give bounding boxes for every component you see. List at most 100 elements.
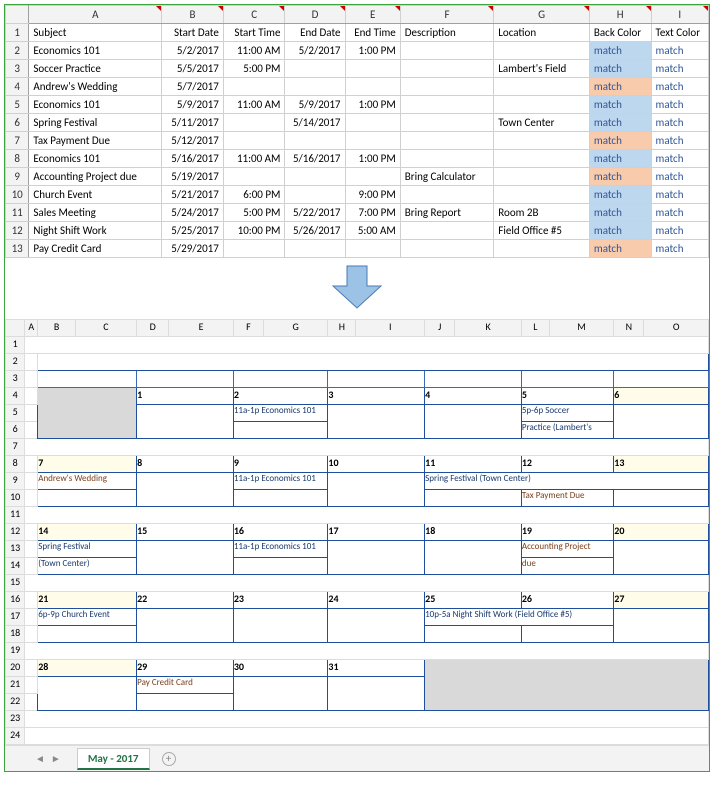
cell[interactable]: match	[651, 186, 708, 204]
cell[interactable]: 5:00 PM	[223, 204, 285, 222]
cell[interactable]: 5/25/2017	[162, 222, 224, 240]
col-D[interactable]: D	[137, 320, 169, 337]
day-29[interactable]: 29	[137, 660, 234, 677]
cell[interactable]	[25, 371, 38, 388]
row-2[interactable]: 2	[6, 42, 29, 60]
row-6[interactable]: 6	[6, 114, 29, 132]
cell[interactable]	[25, 609, 38, 626]
row-18[interactable]: 18	[6, 626, 25, 643]
cell[interactable]: 5/9/2017	[162, 96, 224, 114]
cell[interactable]	[25, 337, 709, 354]
event-night-shift[interactable]: 10p-5a Night Shift Work (Field Office #5…	[425, 609, 614, 626]
cell[interactable]: match	[589, 186, 651, 204]
cell[interactable]: Text Color	[651, 24, 708, 42]
cell[interactable]	[494, 96, 590, 114]
cell[interactable]	[328, 541, 425, 575]
cell[interactable]	[494, 240, 590, 258]
cell[interactable]: 5/26/2017	[285, 222, 345, 240]
day-15[interactable]: 15	[137, 524, 234, 541]
cell[interactable]	[223, 114, 285, 132]
cell[interactable]: match	[589, 60, 651, 78]
row-10[interactable]: 10	[6, 490, 25, 507]
cell[interactable]	[25, 473, 38, 490]
row-1[interactable]: 1	[6, 24, 29, 42]
cell[interactable]: Start Time	[223, 24, 285, 42]
day-25[interactable]: 25	[425, 592, 522, 609]
cell[interactable]	[425, 490, 522, 507]
cell[interactable]: 5:00 AM	[345, 222, 400, 240]
cell[interactable]	[400, 114, 494, 132]
event-econ-9[interactable]: 11a-1p Economics 101	[233, 473, 328, 490]
row-6[interactable]: 6	[6, 422, 25, 439]
row-1[interactable]: 1	[6, 337, 25, 354]
cell[interactable]: Bring Calculator	[400, 168, 494, 186]
cell[interactable]	[137, 405, 234, 439]
cell[interactable]	[400, 78, 494, 96]
cell[interactable]	[614, 405, 709, 439]
event-soccer-2[interactable]: Practice (Lambert's	[521, 422, 613, 439]
cell[interactable]: 11:00 AM	[223, 150, 285, 168]
event-acct-2[interactable]: due	[521, 558, 613, 575]
calendar-title[interactable]: May 2017	[38, 354, 709, 371]
cell[interactable]: 5/22/2017	[285, 204, 345, 222]
col-B[interactable]: B	[38, 320, 76, 337]
dow-friday[interactable]: Friday	[521, 371, 613, 388]
day-blank[interactable]	[38, 388, 137, 439]
day-28[interactable]: 28	[38, 660, 137, 677]
day-12[interactable]: 12	[521, 456, 613, 473]
cell[interactable]	[400, 150, 494, 168]
cell[interactable]: 5/2/2017	[285, 42, 345, 60]
day-14[interactable]: 14	[38, 524, 137, 541]
col-A[interactable]: A	[29, 6, 162, 24]
cell[interactable]: 5/12/2017	[162, 132, 224, 150]
event-wedding[interactable]: Andrew's Wedding	[38, 473, 137, 490]
cell[interactable]	[400, 240, 494, 258]
row-9[interactable]: 9	[6, 168, 29, 186]
cell[interactable]: 10:00 PM	[223, 222, 285, 240]
cell[interactable]	[494, 168, 590, 186]
event-soccer[interactable]: 5p-6p Soccer	[521, 405, 613, 422]
row-20[interactable]: 20	[6, 660, 25, 677]
event-church[interactable]: 6p-9p Church Event	[38, 609, 137, 626]
col-K[interactable]: K	[455, 320, 522, 337]
cell[interactable]	[233, 558, 328, 575]
dow-saturday[interactable]: Saturday	[614, 371, 709, 388]
row-21[interactable]: 21	[6, 677, 25, 694]
cell[interactable]: Economics 101	[29, 96, 162, 114]
cell[interactable]	[223, 168, 285, 186]
cell[interactable]: 5/19/2017	[162, 168, 224, 186]
cell[interactable]: match	[651, 114, 708, 132]
cell[interactable]	[25, 711, 709, 728]
cell[interactable]	[400, 42, 494, 60]
col-I[interactable]: I	[651, 6, 708, 24]
row-2[interactable]: 2	[6, 354, 25, 371]
cell[interactable]	[25, 592, 38, 609]
cell[interactable]	[328, 473, 425, 507]
cell[interactable]: Economics 101	[29, 150, 162, 168]
dow-sunday[interactable]: Sunday	[38, 371, 137, 388]
row-11[interactable]: 11	[6, 507, 25, 524]
cell[interactable]: match	[589, 78, 651, 96]
day-11[interactable]: 11	[425, 456, 522, 473]
cell[interactable]: 1:00 PM	[345, 96, 400, 114]
row-3[interactable]: 3	[6, 60, 29, 78]
col-L[interactable]: L	[521, 320, 549, 337]
cell[interactable]	[328, 677, 425, 711]
row-8[interactable]: 8	[6, 150, 29, 168]
cell[interactable]	[25, 626, 38, 643]
row-16[interactable]: 16	[6, 592, 25, 609]
cell[interactable]	[25, 456, 38, 473]
row-13[interactable]: 13	[6, 541, 25, 558]
cell[interactable]: match	[651, 42, 708, 60]
cell[interactable]	[25, 422, 38, 439]
cell[interactable]: Night Shift Work	[29, 222, 162, 240]
cell[interactable]	[25, 728, 709, 745]
cell[interactable]: 11:00 AM	[223, 96, 285, 114]
cell[interactable]	[521, 626, 613, 643]
cell[interactable]: 1:00 PM	[345, 150, 400, 168]
row-11[interactable]: 11	[6, 204, 29, 222]
cell[interactable]	[425, 626, 522, 643]
cell[interactable]	[400, 96, 494, 114]
corner-cell[interactable]	[6, 6, 29, 24]
event-spring-14b[interactable]: (Town Center)	[38, 558, 137, 575]
